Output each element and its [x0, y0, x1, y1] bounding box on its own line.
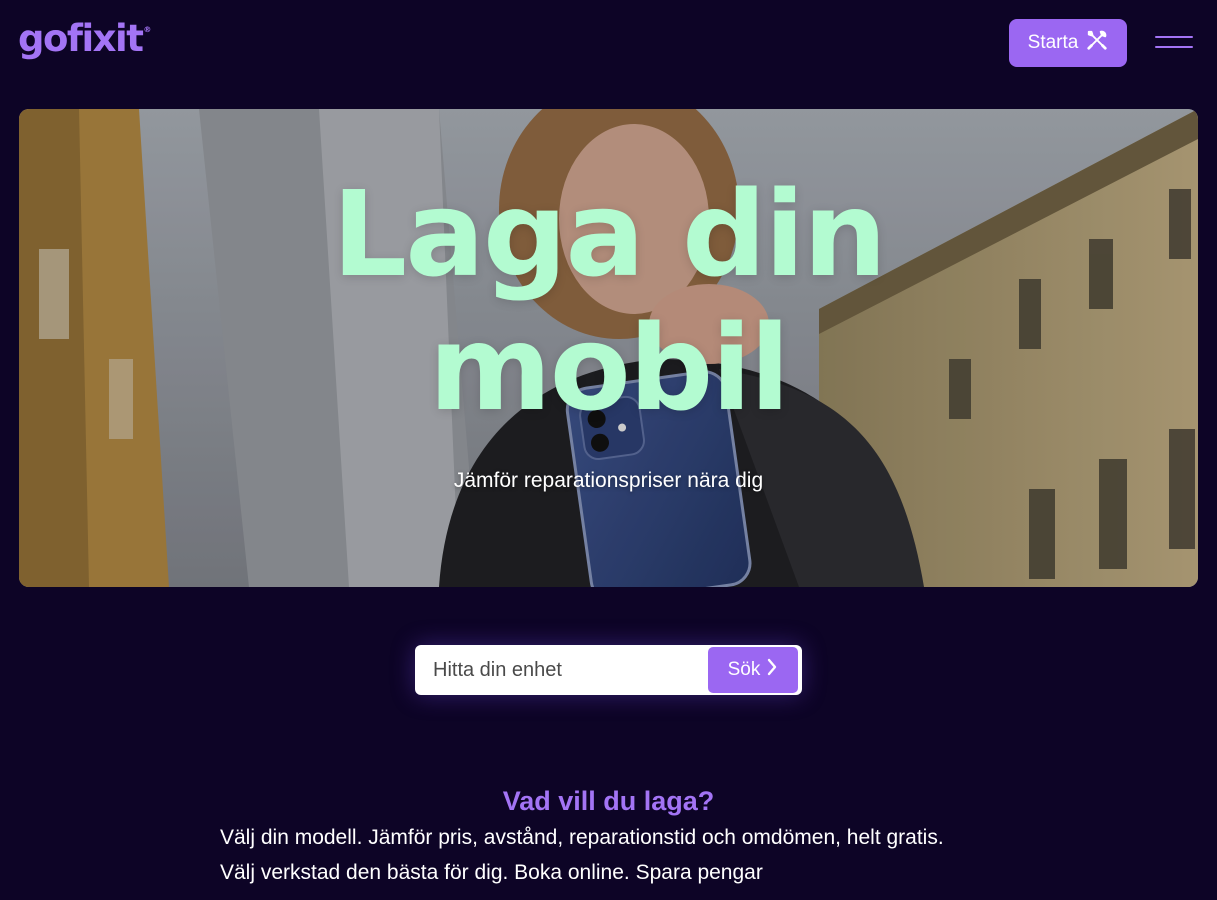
- hero-title: Laga din mobil: [332, 165, 887, 437]
- hamburger-menu-icon[interactable]: [1155, 32, 1195, 54]
- search-input[interactable]: [415, 645, 705, 695]
- logo-text: gofixit: [18, 17, 144, 60]
- page: gofixit ® Starta Laga din mobil Jämför r…: [0, 0, 1217, 900]
- search-button[interactable]: Sök: [708, 647, 798, 693]
- hero-subtitle: Jämför reparationspriser nära dig: [453, 469, 764, 492]
- menu-line-top: [1155, 36, 1193, 38]
- gofixit-logo[interactable]: gofixit ®: [18, 20, 151, 57]
- section-text-line-1: Välj din modell. Jämför pris, avstånd, r…: [220, 826, 944, 849]
- section-text-line-2: Välj verkstad den bästa för dig. Boka on…: [220, 861, 763, 884]
- tools-icon: [1086, 29, 1108, 57]
- device-search-bar: Sök: [415, 645, 802, 695]
- menu-line-bottom: [1155, 46, 1193, 48]
- section-heading: Vad vill du laga?: [502, 786, 715, 816]
- logo-registered-mark: ®: [143, 25, 152, 34]
- hero-banner: Laga din mobil Jämför reparationspriser …: [19, 109, 1198, 587]
- start-button-label: Starta: [1027, 32, 1079, 53]
- chevron-right-icon: [766, 658, 778, 682]
- start-button[interactable]: Starta: [1009, 19, 1127, 67]
- search-button-label: Sök: [727, 659, 761, 680]
